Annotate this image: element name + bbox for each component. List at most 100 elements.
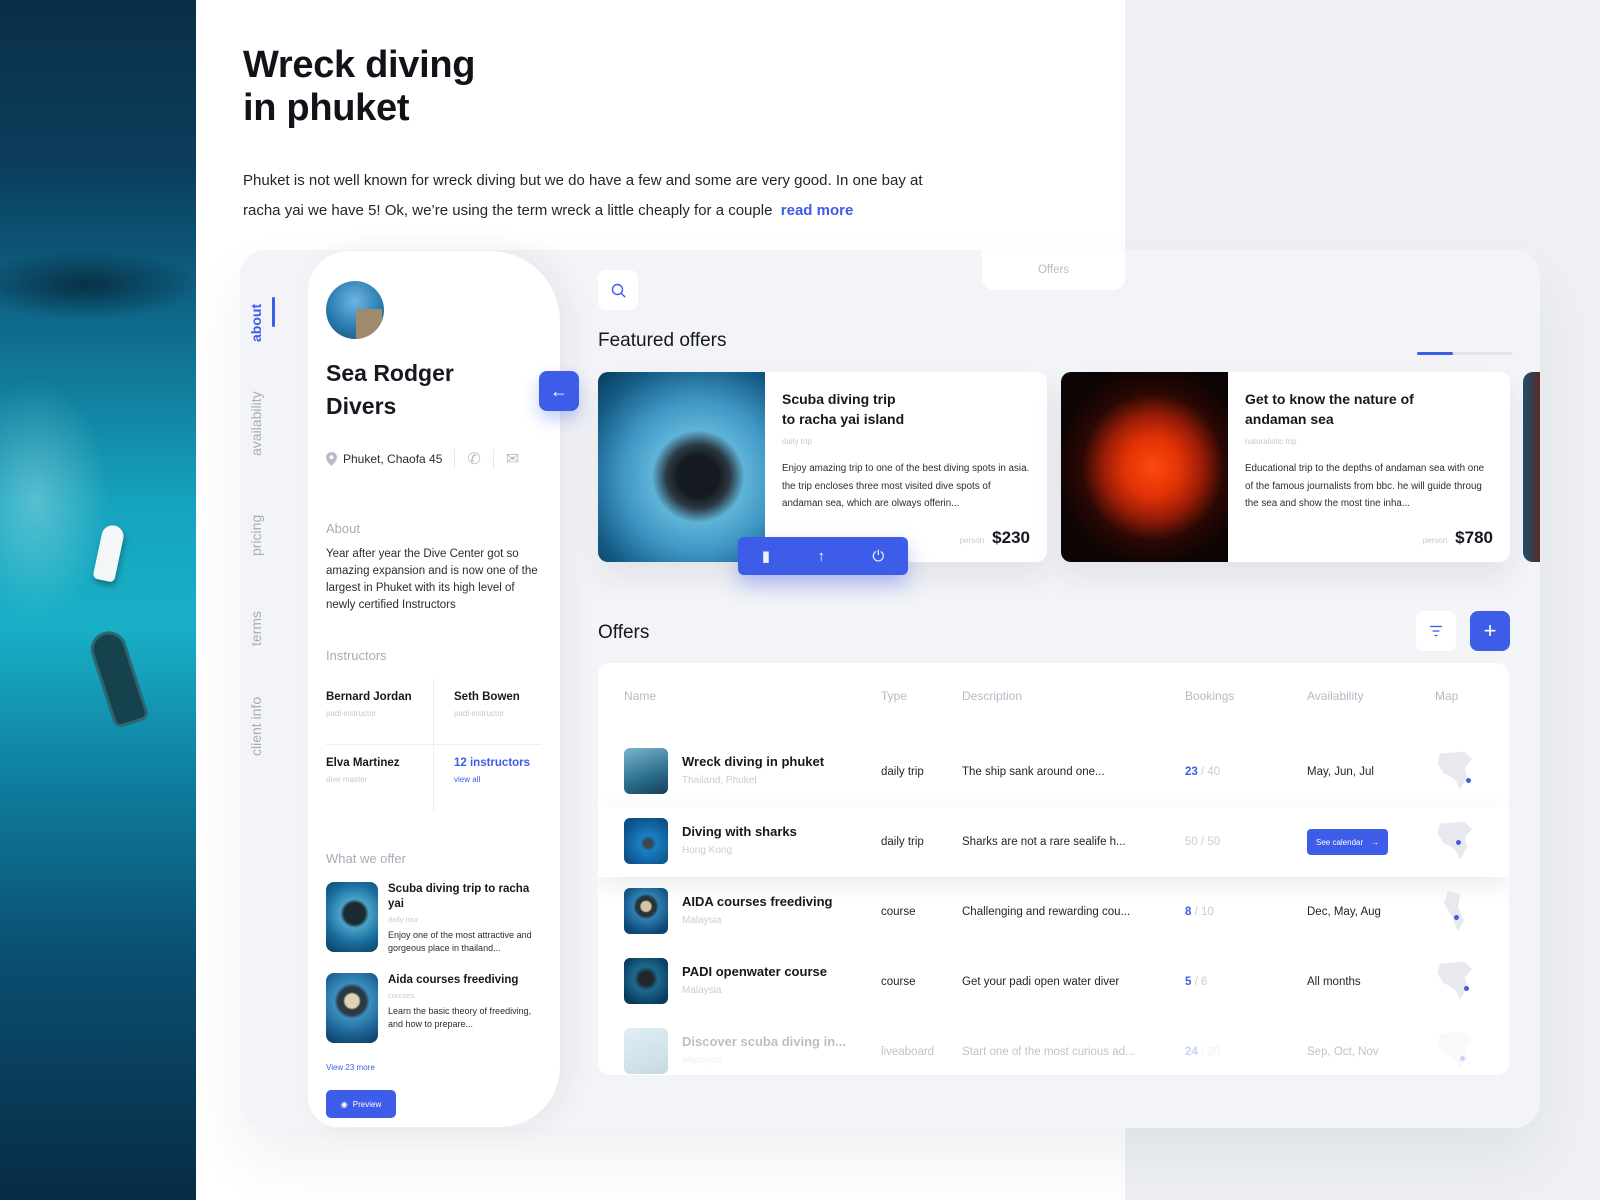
mini-offer[interactable]: Aida courses freediving courses Learn th… xyxy=(326,973,542,1043)
shallow-sand xyxy=(0,380,110,620)
power-icon[interactable]: ⏻ xyxy=(872,548,884,565)
instructors-grid: Bernard Jordan padi instructor Seth Bowe… xyxy=(326,679,542,811)
location-pin-icon xyxy=(326,452,337,466)
nav-pricing[interactable]: pricing xyxy=(248,515,264,556)
longtail-boat-image xyxy=(86,626,150,730)
card-title-line1: Scuba diving trip xyxy=(782,391,896,407)
instructor-card[interactable]: Seth Bowen padi instructor xyxy=(434,679,542,745)
row-bookings: 23 / 40 xyxy=(1185,766,1221,778)
reef-shadow xyxy=(0,250,196,320)
filter-button[interactable] xyxy=(1416,611,1456,651)
bookings-count: 8 xyxy=(1185,906,1192,918)
price-label: person xyxy=(1422,536,1448,545)
map-thumbnail-icon[interactable] xyxy=(1436,820,1476,864)
row-availability: All months xyxy=(1307,976,1361,988)
instructor-role: dive master xyxy=(326,775,368,784)
phone-icon[interactable]: ✆ xyxy=(467,449,480,469)
instructor-card[interactable]: Bernard Jordan padi instructor xyxy=(326,679,434,745)
col-description[interactable]: Description xyxy=(962,689,1022,703)
nav-client-info[interactable]: client info xyxy=(248,697,264,756)
avatar xyxy=(326,281,384,339)
card-title: Get to know the nature of andaman sea xyxy=(1245,390,1493,429)
row-thumbnail xyxy=(624,748,668,794)
profile-card: Sea Rodger Divers Phuket, Chaofa 45 ✆ ✉ … xyxy=(308,251,560,1127)
card-action-bar: ▮ ↑ ⏻ xyxy=(738,537,908,575)
instructor-card[interactable]: Elva Martinez dive master xyxy=(326,745,434,811)
map-thumbnail-icon[interactable] xyxy=(1436,890,1476,934)
row-bookings: 5 / 6 xyxy=(1185,976,1208,988)
mini-offer-desc: Learn the basic theory of freediving, an… xyxy=(388,1006,532,1029)
carousel-pager[interactable] xyxy=(1417,352,1513,355)
instructors-count-link[interactable]: 12 instructors xyxy=(454,757,542,769)
bookings-total: 6 xyxy=(1201,976,1208,988)
map-thumbnail-icon[interactable] xyxy=(1436,1030,1476,1074)
mini-offer-desc: Enjoy one of the most attractive and gor… xyxy=(388,930,532,953)
filter-icon xyxy=(1430,625,1442,637)
col-bookings[interactable]: Bookings xyxy=(1185,689,1234,703)
bookings-total: 50 xyxy=(1207,836,1221,848)
map-thumbnail-icon[interactable] xyxy=(1436,750,1476,794)
see-calendar-label: See calendar xyxy=(1316,837,1364,847)
row-thumbnail xyxy=(624,1028,668,1074)
instructor-name: Seth Bowen xyxy=(454,691,520,703)
mini-offer[interactable]: Scuba diving trip to racha yai daily tou… xyxy=(326,882,542,955)
pager-active xyxy=(1417,352,1453,355)
search-button[interactable] xyxy=(598,270,638,310)
mail-icon[interactable]: ✉ xyxy=(506,449,519,469)
row-type: liveaboard xyxy=(881,1046,935,1058)
col-availability[interactable]: Availability xyxy=(1307,689,1363,703)
eye-icon: ◉ xyxy=(340,1099,348,1109)
map-thumbnail-icon[interactable] xyxy=(1436,960,1476,1004)
add-offer-button[interactable]: + xyxy=(1470,611,1510,651)
table-row[interactable]: Discover scuba diving in... Malaysia liv… xyxy=(598,1017,1509,1075)
offers-table: Name Type Description Bookings Availabil… xyxy=(598,663,1509,1075)
nav-active-indicator xyxy=(272,297,275,327)
col-map[interactable]: Map xyxy=(1435,689,1458,703)
location: Phuket, Chaofa 45 xyxy=(326,452,442,466)
arrow-left-icon: ← xyxy=(550,380,568,401)
row-type: daily trip xyxy=(881,766,924,778)
what-we-offer-label: What we offer xyxy=(326,851,406,866)
preview-button[interactable]: ◉ Preview xyxy=(326,1090,396,1118)
nav-terms[interactable]: terms xyxy=(248,611,264,646)
offer-thumbnail xyxy=(326,882,378,952)
contact-row: Phuket, Chaofa 45 ✆ ✉ xyxy=(326,449,542,469)
row-name: Discover scuba diving in... xyxy=(682,1034,846,1049)
table-row[interactable]: PADI openwater course Malaysia course Ge… xyxy=(598,947,1509,1017)
row-desc: Start one of the most curious ad... xyxy=(962,1046,1135,1058)
row-name-cell: PADI openwater course Malaysia xyxy=(682,964,827,996)
row-availability: May, Jun, Jul xyxy=(1307,766,1374,778)
col-type[interactable]: Type xyxy=(881,689,907,703)
mini-offer-type: courses xyxy=(388,991,415,1000)
bookings-count: 50 xyxy=(1185,836,1198,848)
featured-card[interactable]: Get to know the nature of andaman sea nat… xyxy=(1061,372,1510,562)
vertical-nav: about availability pricing terms client … xyxy=(240,280,300,760)
instructor-role: padi instructor xyxy=(454,709,505,718)
nav-availability[interactable]: availability xyxy=(248,391,264,456)
card-title-line2: to racha yai island xyxy=(782,410,905,427)
see-calendar-button[interactable]: See calendar → xyxy=(1307,829,1389,855)
back-button[interactable]: ← xyxy=(539,371,579,411)
row-name: AIDA courses freediving xyxy=(682,894,833,909)
read-more-link[interactable]: read more xyxy=(781,202,854,219)
bookings-count: 24 xyxy=(1185,1046,1198,1058)
nav-about[interactable]: about xyxy=(248,304,264,342)
table-row[interactable]: Diving with sharks Hong Kong daily trip … xyxy=(598,807,1509,877)
next-card-peek[interactable] xyxy=(1523,372,1540,562)
intro-paragraph: Phuket is not well known for wreck divin… xyxy=(243,166,923,226)
tab-offers[interactable]: Offers xyxy=(982,250,1125,290)
table-row[interactable]: AIDA courses freediving Malaysia course … xyxy=(598,877,1509,947)
row-desc: Challenging and rewarding cou... xyxy=(962,906,1131,918)
card-price: person $230 xyxy=(960,528,1030,548)
table-row[interactable]: Wreck diving in phuket Thailand, Phuket … xyxy=(598,737,1509,807)
featured-card[interactable]: Scuba diving trip to racha yai island dai… xyxy=(598,372,1047,562)
view-all-link[interactable]: view all xyxy=(454,775,542,784)
card-type: daily trip xyxy=(782,437,812,446)
view-more-link[interactable]: View 23 more xyxy=(326,1063,542,1072)
bookmark-icon[interactable]: ▮ xyxy=(762,547,770,565)
row-thumbnail xyxy=(624,888,668,934)
share-arrow-up-icon[interactable]: ↑ xyxy=(817,548,825,565)
col-name[interactable]: Name xyxy=(624,689,656,703)
price-label: person xyxy=(959,536,985,545)
about-text: Year after year the Dive Center got so a… xyxy=(326,548,538,611)
